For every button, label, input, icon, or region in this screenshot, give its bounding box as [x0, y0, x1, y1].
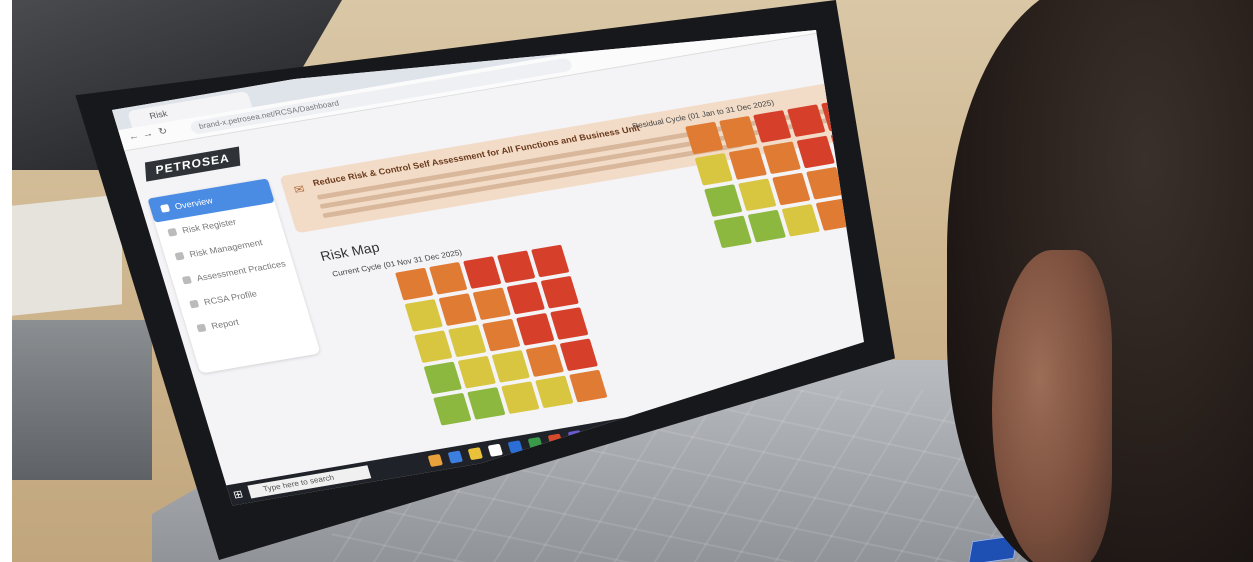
risk-cell[interactable]	[438, 293, 477, 326]
risk-cell[interactable]	[569, 369, 608, 403]
risk-cell[interactable]	[457, 355, 496, 389]
sidebar-item-label: Overview	[173, 195, 214, 212]
edge-icon[interactable]	[447, 450, 463, 464]
risk-cell[interactable]	[516, 312, 555, 346]
sidebar-item-label: RCSA Profile	[202, 288, 259, 307]
risk-cell[interactable]	[796, 135, 835, 169]
risk-cell[interactable]	[762, 141, 801, 175]
person-face	[992, 250, 1112, 562]
risk-cell[interactable]	[491, 350, 530, 383]
risk-cell[interactable]	[719, 115, 758, 149]
risk-cell[interactable]	[559, 338, 598, 372]
risk-cell[interactable]	[747, 209, 786, 243]
risk-cell[interactable]	[772, 172, 811, 206]
back-icon[interactable]: ←	[127, 131, 140, 143]
files-icon[interactable]	[467, 447, 483, 461]
sidebar-item-icon	[167, 227, 178, 237]
risk-cell[interactable]	[429, 261, 468, 295]
reload-icon[interactable]: ↻	[157, 126, 168, 138]
risk-cell[interactable]	[728, 147, 767, 180]
current-risk-matrix	[395, 244, 608, 426]
photo-scene: Risk ← → ↻ brand-x.petrosea.net/RCSA/Das…	[12, 0, 1253, 562]
risk-cell[interactable]	[787, 104, 826, 138]
store-icon[interactable]	[487, 443, 503, 457]
risk-cell[interactable]	[535, 375, 574, 409]
risk-cell[interactable]	[694, 152, 733, 186]
banner-text-line	[322, 142, 744, 219]
risk-cell[interactable]	[738, 178, 777, 212]
sidebar-item-icon	[159, 204, 171, 213]
taskbar-search[interactable]: Type here to search	[247, 465, 372, 499]
risk-cell[interactable]	[713, 215, 752, 249]
risk-cell[interactable]	[540, 275, 579, 309]
risk-cell[interactable]	[781, 203, 820, 237]
risk-map-heading: Risk Map	[318, 239, 382, 264]
sidebar-item-icon	[189, 299, 200, 309]
risk-cell[interactable]	[395, 267, 434, 301]
risk-cell[interactable]	[433, 392, 472, 426]
risk-cell[interactable]	[467, 387, 506, 420]
risk-cell[interactable]	[497, 250, 536, 284]
risk-cell[interactable]	[404, 299, 443, 332]
risk-cell[interactable]	[448, 324, 487, 358]
risk-cell[interactable]	[704, 184, 743, 217]
risk-cell[interactable]	[531, 244, 570, 278]
risk-cell[interactable]	[482, 318, 521, 352]
petrosea-logo: PETROSEA	[144, 146, 241, 182]
background-paper	[12, 194, 122, 316]
risk-cell[interactable]	[525, 344, 564, 377]
sidebar-item-icon	[181, 275, 193, 285]
sidebar-item-icon	[196, 323, 207, 333]
risk-cell[interactable]	[472, 287, 511, 321]
folder-icon[interactable]	[427, 453, 443, 467]
sidebar-item-label: Risk Register	[180, 216, 238, 236]
risk-cell[interactable]	[463, 256, 502, 289]
risk-cell[interactable]	[501, 381, 540, 414]
background-shelf	[12, 320, 152, 480]
forward-icon[interactable]: →	[141, 128, 154, 140]
windows-start-icon[interactable]: ⊞	[232, 488, 245, 502]
risk-cell[interactable]	[423, 361, 462, 395]
sidebar-item-label: Report	[210, 317, 240, 331]
risk-cell[interactable]	[753, 110, 792, 143]
megaphone-icon: ✉	[292, 182, 307, 197]
sidebar-item-icon	[174, 251, 185, 261]
risk-cell[interactable]	[506, 281, 545, 315]
risk-cell[interactable]	[414, 330, 453, 363]
risk-cell[interactable]	[550, 307, 589, 340]
